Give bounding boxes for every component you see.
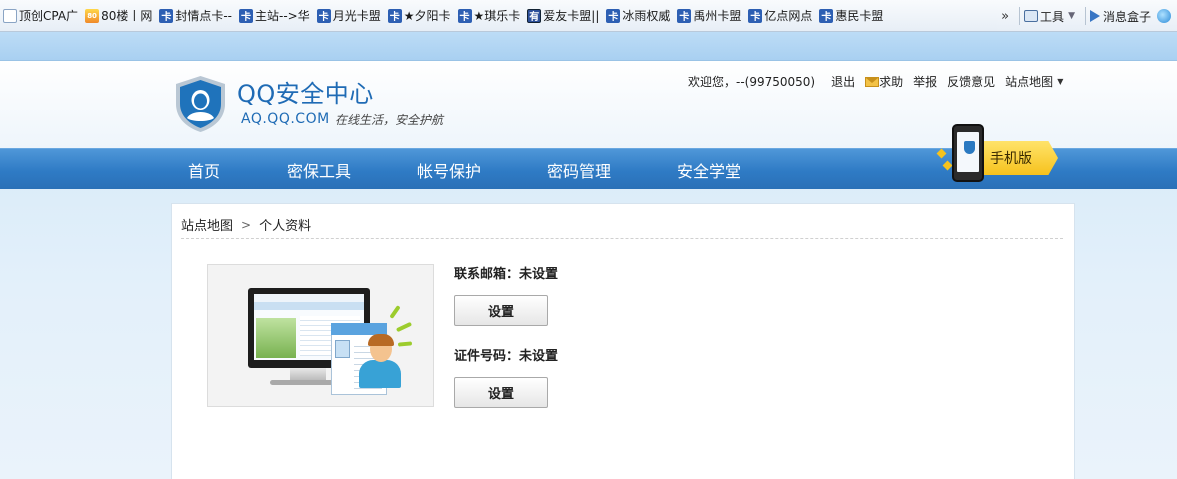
divider bbox=[181, 238, 1063, 239]
phone-icon[interactable] bbox=[952, 124, 984, 182]
arrow-icon bbox=[1089, 10, 1100, 22]
favorite-item[interactable]: 卡 主站-->华 bbox=[236, 5, 314, 27]
card-icon: 卡 bbox=[819, 8, 834, 23]
nav-home[interactable]: 首页 bbox=[188, 158, 220, 182]
card-icon: 卡 bbox=[159, 8, 174, 23]
card-icon: 卡 bbox=[239, 8, 254, 23]
card-icon: 卡 bbox=[606, 8, 621, 23]
favorite-item[interactable]: 卡 封情点卡-- bbox=[156, 5, 236, 27]
favorite-label: 月光卡盟 bbox=[332, 9, 381, 23]
sitemap-link[interactable]: 站点地图 bbox=[1005, 73, 1053, 90]
camera-icon bbox=[1024, 10, 1039, 22]
breadcrumb-separator: > bbox=[241, 217, 252, 232]
site-slogan: 在线生活，安全护航 bbox=[335, 113, 444, 127]
top-nav: 欢迎您，--(99750050) 退出 求助 举报 反馈意见 站点地图 ▼ bbox=[688, 73, 1063, 90]
favorites-bar: 顶创CPA广 80 80楼丨网 卡 封情点卡-- 卡 主站-->华 卡 月光卡盟… bbox=[0, 0, 1177, 32]
favorite-item[interactable]: 卡 冰雨权威 bbox=[603, 5, 674, 27]
favorite-label: 爱友卡盟|| bbox=[543, 9, 600, 23]
feedback-link[interactable]: 反馈意见 bbox=[947, 73, 995, 90]
person-hair bbox=[368, 334, 394, 346]
overflow-chevron-icon[interactable]: » bbox=[1001, 9, 1009, 24]
chevron-down-icon[interactable]: ▼ bbox=[1057, 77, 1063, 86]
toolbar-strip bbox=[0, 32, 1177, 61]
site-title[interactable]: QQ安全中心 bbox=[237, 74, 374, 109]
divider bbox=[1019, 7, 1021, 25]
id-card-photo bbox=[335, 340, 350, 358]
page-icon bbox=[3, 8, 17, 23]
card-icon: 卡 bbox=[316, 8, 331, 23]
favorites-list: 顶创CPA广 80 80楼丨网 卡 封情点卡-- 卡 主站-->华 卡 月光卡盟… bbox=[0, 0, 887, 31]
mobile-version-label[interactable]: 手机版 bbox=[990, 148, 1032, 168]
messagebox-button[interactable]: 消息盒子 bbox=[1089, 8, 1171, 25]
tools-menu-button[interactable]: 工具 ▼ bbox=[1024, 8, 1075, 25]
80-icon: 80 bbox=[85, 8, 100, 23]
favorite-item[interactable]: 卡 月光卡盟 bbox=[314, 5, 385, 27]
favorites-bar-tools: » 工具 ▼ 消息盒子 bbox=[997, 0, 1177, 31]
favorite-item[interactable]: 有 爱友卡盟|| bbox=[524, 5, 603, 27]
card-icon: 卡 bbox=[387, 8, 402, 23]
nav-security-tools[interactable]: 密保工具 bbox=[287, 158, 351, 182]
screen-image bbox=[256, 318, 296, 358]
tools-label: 工具 bbox=[1040, 9, 1065, 24]
monitor-stand bbox=[290, 368, 326, 380]
mail-icon[interactable] bbox=[865, 76, 880, 87]
favorite-label: 主站-->华 bbox=[255, 9, 310, 23]
email-status-label: 联系邮箱：未设置 bbox=[454, 267, 559, 282]
favorite-label: 冰雨权威 bbox=[622, 9, 671, 23]
shield-icon bbox=[964, 141, 975, 154]
breadcrumb-root[interactable]: 站点地图 bbox=[181, 215, 233, 234]
favorite-item[interactable]: 80 80楼丨网 bbox=[82, 5, 156, 27]
favorite-item[interactable]: 顶创CPA广 bbox=[0, 5, 82, 27]
breadcrumb-current: 个人资料 bbox=[259, 219, 312, 234]
card-icon: 卡 bbox=[748, 8, 763, 23]
set-email-button[interactable]: 设置 bbox=[454, 295, 548, 326]
site-domain: AQ.QQ.COM bbox=[241, 111, 330, 127]
favorite-label: 80楼丨网 bbox=[101, 9, 153, 23]
help-link[interactable]: 求助 bbox=[879, 73, 903, 90]
favorite-item[interactable]: 卡 惠民卡盟 bbox=[816, 5, 887, 27]
favorite-item[interactable]: 卡 ★夕阳卡 bbox=[385, 5, 455, 27]
shield-logo-icon[interactable] bbox=[173, 74, 228, 134]
id-number-status-label: 证件号码：未设置 bbox=[454, 349, 559, 364]
nav-security-academy[interactable]: 安全学堂 bbox=[677, 158, 741, 182]
favorite-label: ★夕阳卡 bbox=[403, 9, 451, 23]
logout-link[interactable]: 退出 bbox=[831, 73, 855, 90]
card-icon: 卡 bbox=[457, 8, 472, 23]
favorite-label: 顶创CPA广 bbox=[19, 9, 79, 23]
chevron-down-icon: ▼ bbox=[1068, 11, 1075, 21]
divider bbox=[1084, 7, 1086, 25]
card-icon: 卡 bbox=[677, 8, 692, 23]
welcome-text: 欢迎您，--(99750050) bbox=[688, 75, 816, 89]
breadcrumb: 站点地图 > 个人资料 bbox=[181, 215, 312, 235]
nav-account-protection[interactable]: 帐号保护 bbox=[417, 158, 481, 182]
phone-screen bbox=[957, 132, 979, 172]
favorite-label: 惠民卡盟 bbox=[835, 9, 884, 23]
favorite-item[interactable]: 卡 亿点网点 bbox=[745, 5, 816, 27]
favorite-item[interactable]: 卡 禹州卡盟 bbox=[674, 5, 745, 27]
favorite-label: 亿点网点 bbox=[764, 9, 813, 23]
nav-password-management[interactable]: 密码管理 bbox=[547, 158, 611, 182]
favorite-label: 禹州卡盟 bbox=[693, 9, 742, 23]
you-icon: 有 bbox=[527, 8, 542, 23]
globe-icon bbox=[1157, 9, 1171, 23]
set-id-number-button[interactable]: 设置 bbox=[454, 377, 548, 408]
report-link[interactable]: 举报 bbox=[913, 73, 937, 90]
favorite-item[interactable]: 卡 ★琪乐卡 bbox=[455, 5, 525, 27]
person-icon bbox=[359, 360, 401, 388]
favorite-label: ★琪乐卡 bbox=[473, 9, 521, 23]
favorite-label: 封情点卡-- bbox=[175, 9, 233, 23]
messagebox-label: 消息盒子 bbox=[1102, 9, 1151, 24]
